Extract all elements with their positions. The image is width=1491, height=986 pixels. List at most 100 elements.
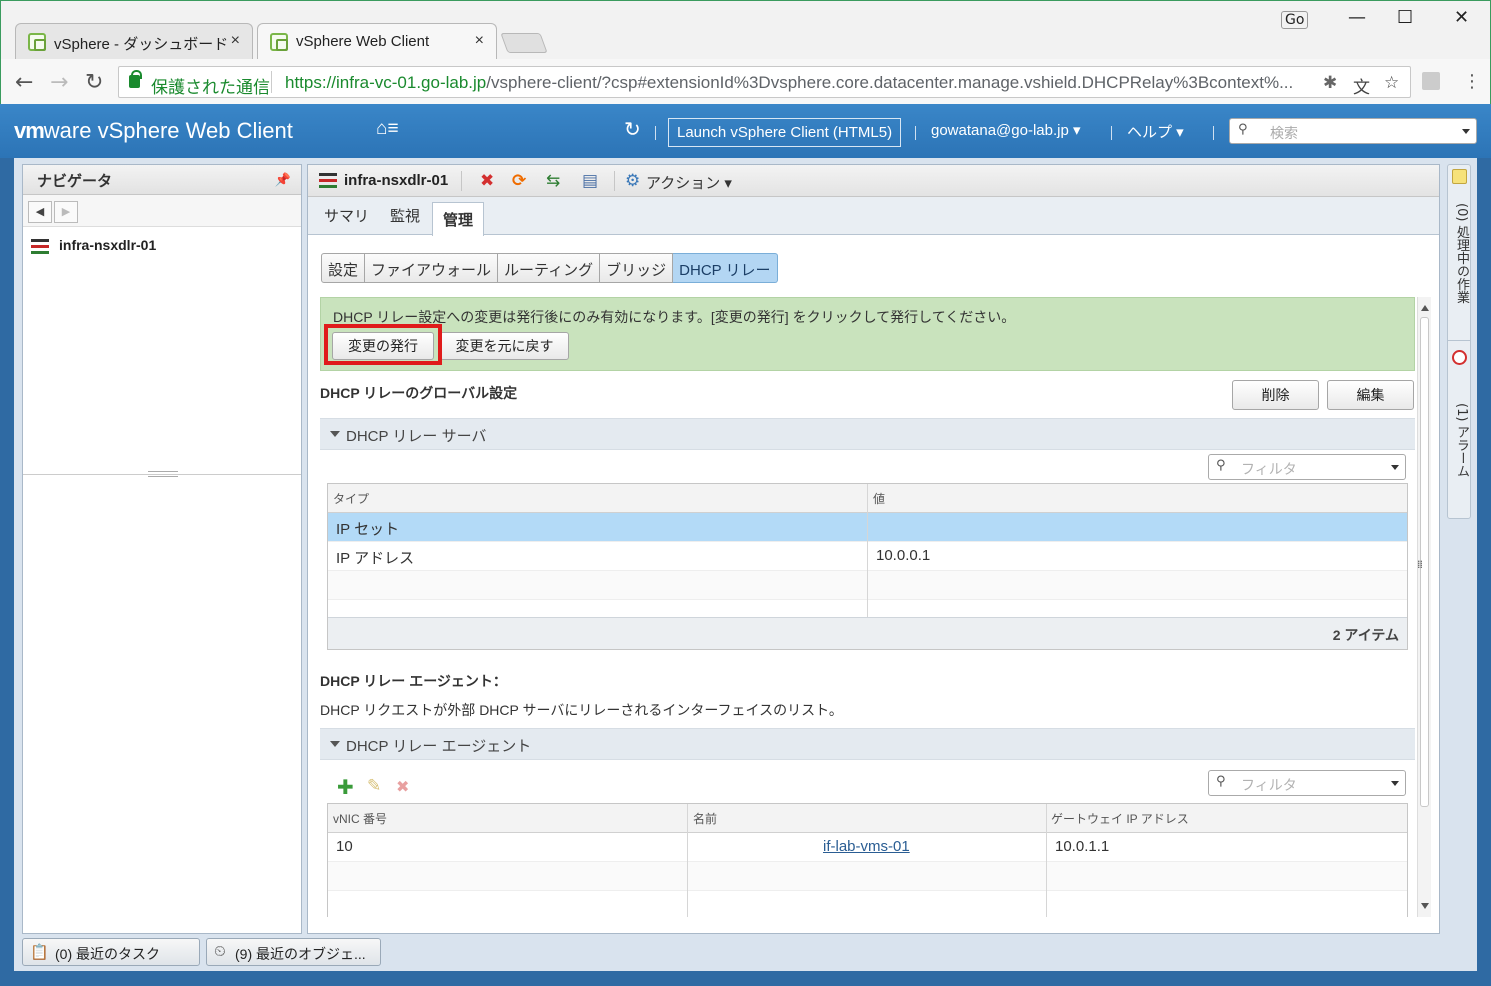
relay-agents-title: DHCP リレー エージェント： [320,673,507,689]
relay-server-section[interactable]: DHCP リレー サーバ [320,418,1415,450]
properties-icon[interactable]: ▤ [582,171,598,191]
relay-server-grid: タイプ 値 IP セット IP アドレス 10.0.0.1 2 アイテム [327,483,1408,650]
chevron-down-icon[interactable] [1391,465,1399,470]
column-header-gateway[interactable]: ゲートウェイ IP アドレス [1051,810,1189,827]
secure-label: 保護された通信 [151,78,270,97]
browser-tab-dashboard[interactable]: vSphere - ダッシュボード × [15,23,253,59]
table-row[interactable]: 10 if-lab-vms-01 10.0.1.1 [328,833,1407,862]
search-icon: ⚲ [1216,774,1226,789]
vertical-scrollbar[interactable] [1417,297,1431,917]
back-icon[interactable]: ← [15,70,33,95]
tree-item-edge[interactable]: infra-nsxdlr-01 [31,237,156,254]
main-tabs: サマリ 監視 管理 [308,197,1439,236]
home-menu-icon[interactable]: ⌂≡ [376,118,399,140]
alarms-tab[interactable]: (1) アラーム [1452,403,1471,478]
interface-link[interactable]: if-lab-vms-01 [823,838,910,855]
delete-button[interactable]: 削除 [1232,380,1319,410]
global-search-input[interactable]: ⚲ 検索 [1229,118,1477,144]
relay-agent-filter-input[interactable]: ⚲ フィルタ [1208,770,1406,796]
column-header-vnic[interactable]: vNIC 番号 [333,810,387,827]
migrate-icon[interactable]: ⇆ [546,171,560,191]
chevron-down-icon[interactable] [1391,781,1399,786]
reload-icon[interactable]: ↻ [85,70,103,95]
help-menu[interactable]: ヘルプ ▾ [1127,121,1184,142]
global-settings-title: DHCP リレーのグローバル設定 [320,385,518,401]
object-title: infra-nsxdlr-01 [344,172,449,189]
alarm-clock-icon[interactable] [1452,350,1467,365]
vsphere-favicon-icon [270,33,288,51]
collapse-icon[interactable] [330,741,340,747]
address-bar[interactable]: 保護された通信 https://infra-vc-01.go-lab.jp/vs… [118,66,1411,98]
refresh-icon[interactable]: ↻ [624,117,641,142]
remove-icon[interactable]: ✖ [396,777,409,796]
history-forward-icon[interactable]: ▶ [54,201,78,223]
subtab-settings[interactable]: 設定 [321,253,366,283]
work-in-progress-tab[interactable]: (0) 処理中の作業 [1452,203,1471,304]
subtab-firewall[interactable]: ファイアウォール [365,253,499,283]
actions-menu[interactable]: アクション ▾ [646,172,732,193]
chevron-down-icon[interactable] [1462,129,1470,134]
subtab-routing[interactable]: ルーティング [498,253,601,283]
tab-title: vSphere - ダッシュボード [54,36,229,53]
forward-icon[interactable]: → [50,70,68,95]
extension-icon[interactable] [1422,72,1440,90]
history-back-icon[interactable]: ◀ [28,201,52,223]
window-close-icon[interactable]: ✕ [1454,7,1469,28]
relay-agents-description: DHCP リクエストが外部 DHCP サーバにリレーされるインターフェイスのリス… [320,702,843,718]
edit-button[interactable]: 編集 [1327,380,1414,410]
chrome-menu-icon[interactable]: ⋮ [1463,71,1481,92]
search-icon: ⚲ [1238,122,1248,137]
add-icon[interactable]: ✚ [337,775,354,799]
tab-summary[interactable]: サマリ [324,205,369,226]
recent-objects-button[interactable]: ⏲ (9) 最近のオブジェ... [206,938,381,966]
tasks-notepad-icon[interactable] [1452,169,1467,184]
subtab-bridge[interactable]: ブリッジ [600,253,674,283]
nsx-edge-icon [319,173,337,189]
column-header-type[interactable]: タイプ [333,490,369,507]
refresh-orange-icon[interactable]: ⟳ [512,171,526,191]
scroll-down-icon[interactable] [1421,903,1429,909]
search-icon: ⚲ [1216,458,1226,473]
tab-close-icon[interactable]: × [231,32,240,50]
collapse-icon[interactable] [330,431,340,437]
highlight-box [324,324,442,365]
tab-close-icon[interactable]: × [475,32,484,50]
maximize-icon[interactable]: ☐ [1397,7,1413,28]
scroll-up-icon[interactable] [1421,305,1429,311]
content-panel: infra-nsxdlr-01 ✖ ⟳ ⇆ ▤ ⚙ アクション ▾ サマリ 監視… [307,164,1440,934]
pin-icon[interactable]: 📌 [275,172,291,188]
dhcp-relay-view: DHCP リレー設定への変更は発行後にのみ有効になります。[変更の発行] をクリ… [320,297,1415,917]
object-toolbar: infra-nsxdlr-01 ✖ ⟳ ⇆ ▤ ⚙ アクション ▾ [308,165,1439,197]
extension-blocked-icon[interactable]: ✱ [1323,73,1337,93]
edit-pencil-icon[interactable]: ✎ [367,776,381,796]
browser-tab-web-client[interactable]: vSphere Web Client × [257,23,497,59]
tab-manage[interactable]: 管理 [432,202,484,236]
relay-server-filter-input[interactable]: ⚲ フィルタ [1208,454,1406,480]
translate-icon[interactable]: 文 [1353,73,1370,98]
resize-grip-icon[interactable]: ⁞⁞ [1417,558,1423,571]
minimize-icon[interactable]: — [1348,7,1366,28]
column-header-value[interactable]: 値 [873,490,885,507]
browser-chrome: vSphere - ダッシュボード × vSphere Web Client ×… [0,0,1491,105]
revert-changes-button[interactable]: 変更を元に戻す [440,332,569,360]
history-clock-icon: ⏲ [214,943,226,960]
sub-tabs: 設定 ファイアウォール ルーティング ブリッジ DHCP リレー [321,253,778,283]
search-placeholder: 検索 [1270,125,1298,141]
new-tab-button[interactable] [500,33,548,53]
browser-toolbar: ← → ↻ 保護された通信 https://infra-vc-01.go-lab… [1,59,1490,105]
user-menu[interactable]: gowatana@go-lab.jp ▾ [931,121,1081,139]
splitter-handle-icon[interactable] [148,471,178,477]
gear-icon: ⚙ [625,171,641,191]
launch-html5-button[interactable]: Launch vSphere Client (HTML5) [668,118,902,147]
column-header-name[interactable]: 名前 [693,810,717,827]
profile-badge[interactable]: Go [1281,11,1309,29]
tab-monitor[interactable]: 監視 [390,205,420,226]
relay-agent-section[interactable]: DHCP リレー エージェント [320,728,1415,760]
subtab-dhcp-relay[interactable]: DHCP リレー [673,253,778,283]
task-clipboard-icon: 📋 [30,944,49,961]
delete-icon[interactable]: ✖ [480,171,494,191]
bookmark-star-icon[interactable]: ☆ [1384,73,1399,93]
navigator-title: ナビゲータ [37,173,113,190]
recent-tasks-button[interactable]: 📋 (0) 最近のタスク [22,938,200,966]
item-count: 2 アイテム [1332,627,1399,643]
